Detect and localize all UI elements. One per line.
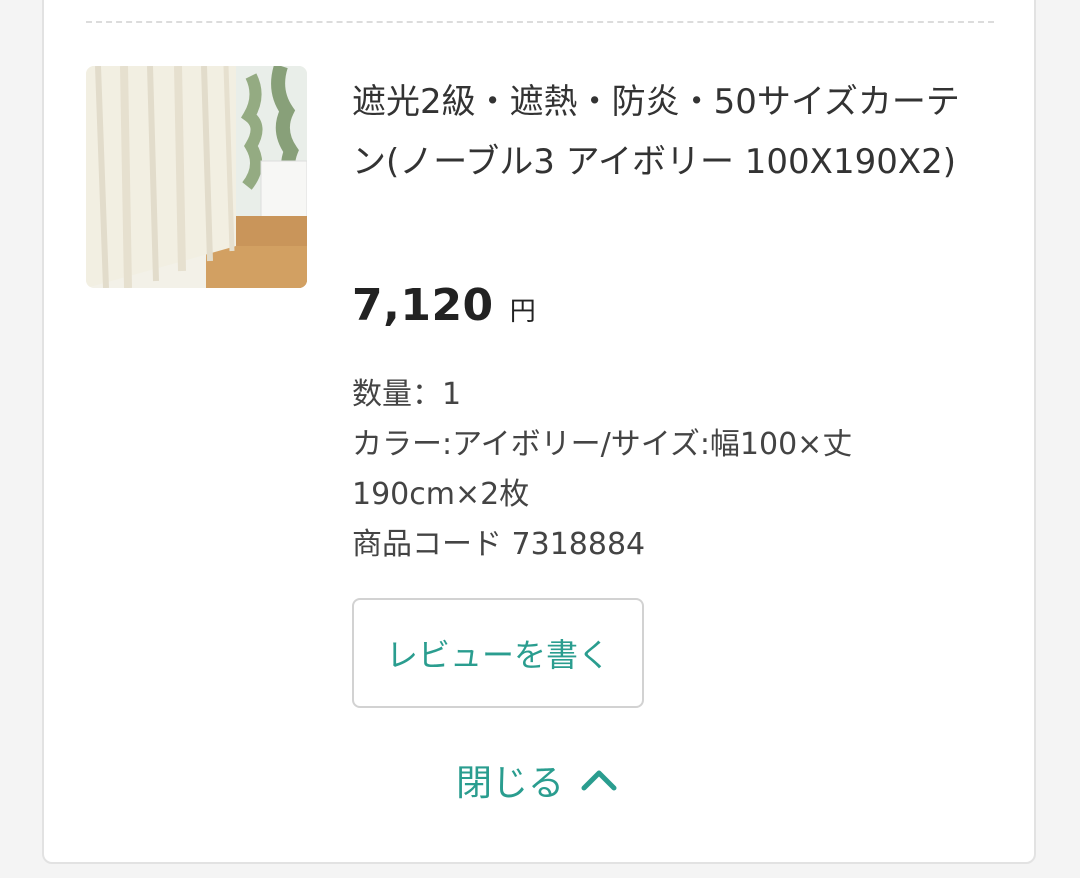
price-value: 7,120 <box>352 280 494 331</box>
close-label: 閉じる <box>456 763 565 804</box>
quantity-text: 数量：1 <box>352 377 462 412</box>
product-details: 数量：1 カラー:アイボリー/サイズ:幅100×丈190cm×2枚 商品コード … <box>352 370 952 570</box>
product-title[interactable]: 遮光2級・遮熱・防炎・50サイズカーテン(ノーブル3 アイボリー 100X190… <box>352 72 982 192</box>
price: 7,120 円 <box>352 280 536 336</box>
close-toggle[interactable]: 閉じる <box>456 752 618 808</box>
product-code-text: 商品コード 7318884 <box>352 527 646 562</box>
write-review-button[interactable]: レビューを書く <box>352 598 644 708</box>
price-currency: 円 <box>509 297 536 327</box>
product-image[interactable] <box>86 66 307 288</box>
dashed-divider <box>86 21 994 23</box>
chevron-up-icon <box>581 770 617 791</box>
variant-text: カラー:アイボリー/サイズ:幅100×丈190cm×2枚 <box>352 427 853 512</box>
